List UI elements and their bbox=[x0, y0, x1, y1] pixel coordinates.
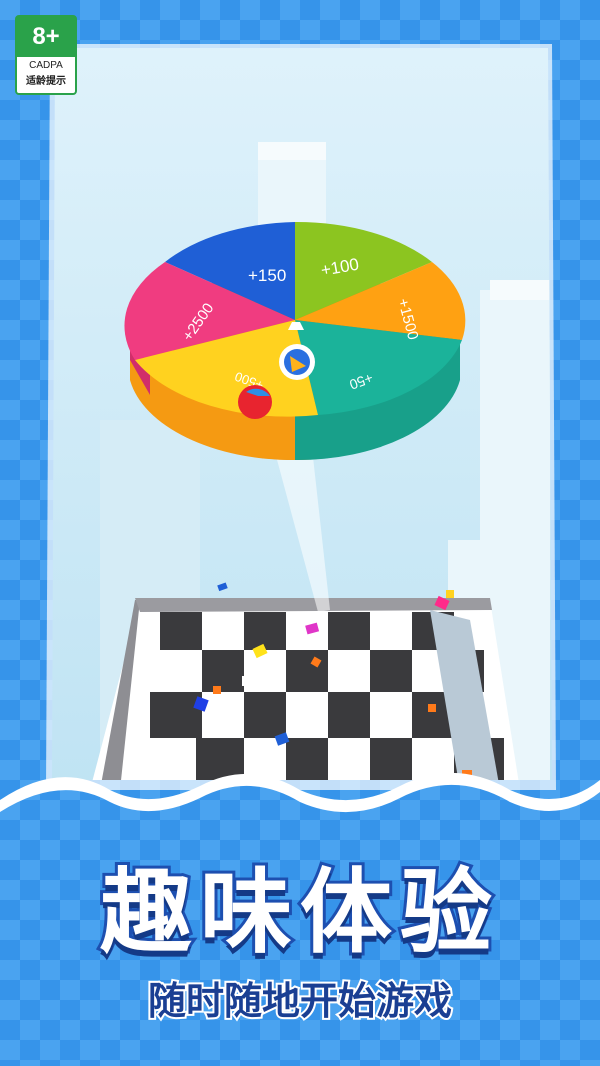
age-rating-badge: 8+ CADPA 适龄提示 bbox=[15, 15, 77, 95]
promo-subtitle: 随时随地开始游戏 bbox=[146, 977, 454, 1025]
promo-title: 趣味体验 bbox=[97, 856, 500, 969]
label-150: +150 bbox=[248, 266, 286, 285]
checkered-track bbox=[90, 598, 520, 780]
age-rating: 8+ bbox=[17, 17, 75, 57]
prize-wheel: +150 +100 +1500 +50 +2500 +500 bbox=[124, 221, 466, 461]
rating-tip: 适龄提示 bbox=[26, 76, 66, 87]
rating-org: CADPA bbox=[29, 60, 63, 71]
